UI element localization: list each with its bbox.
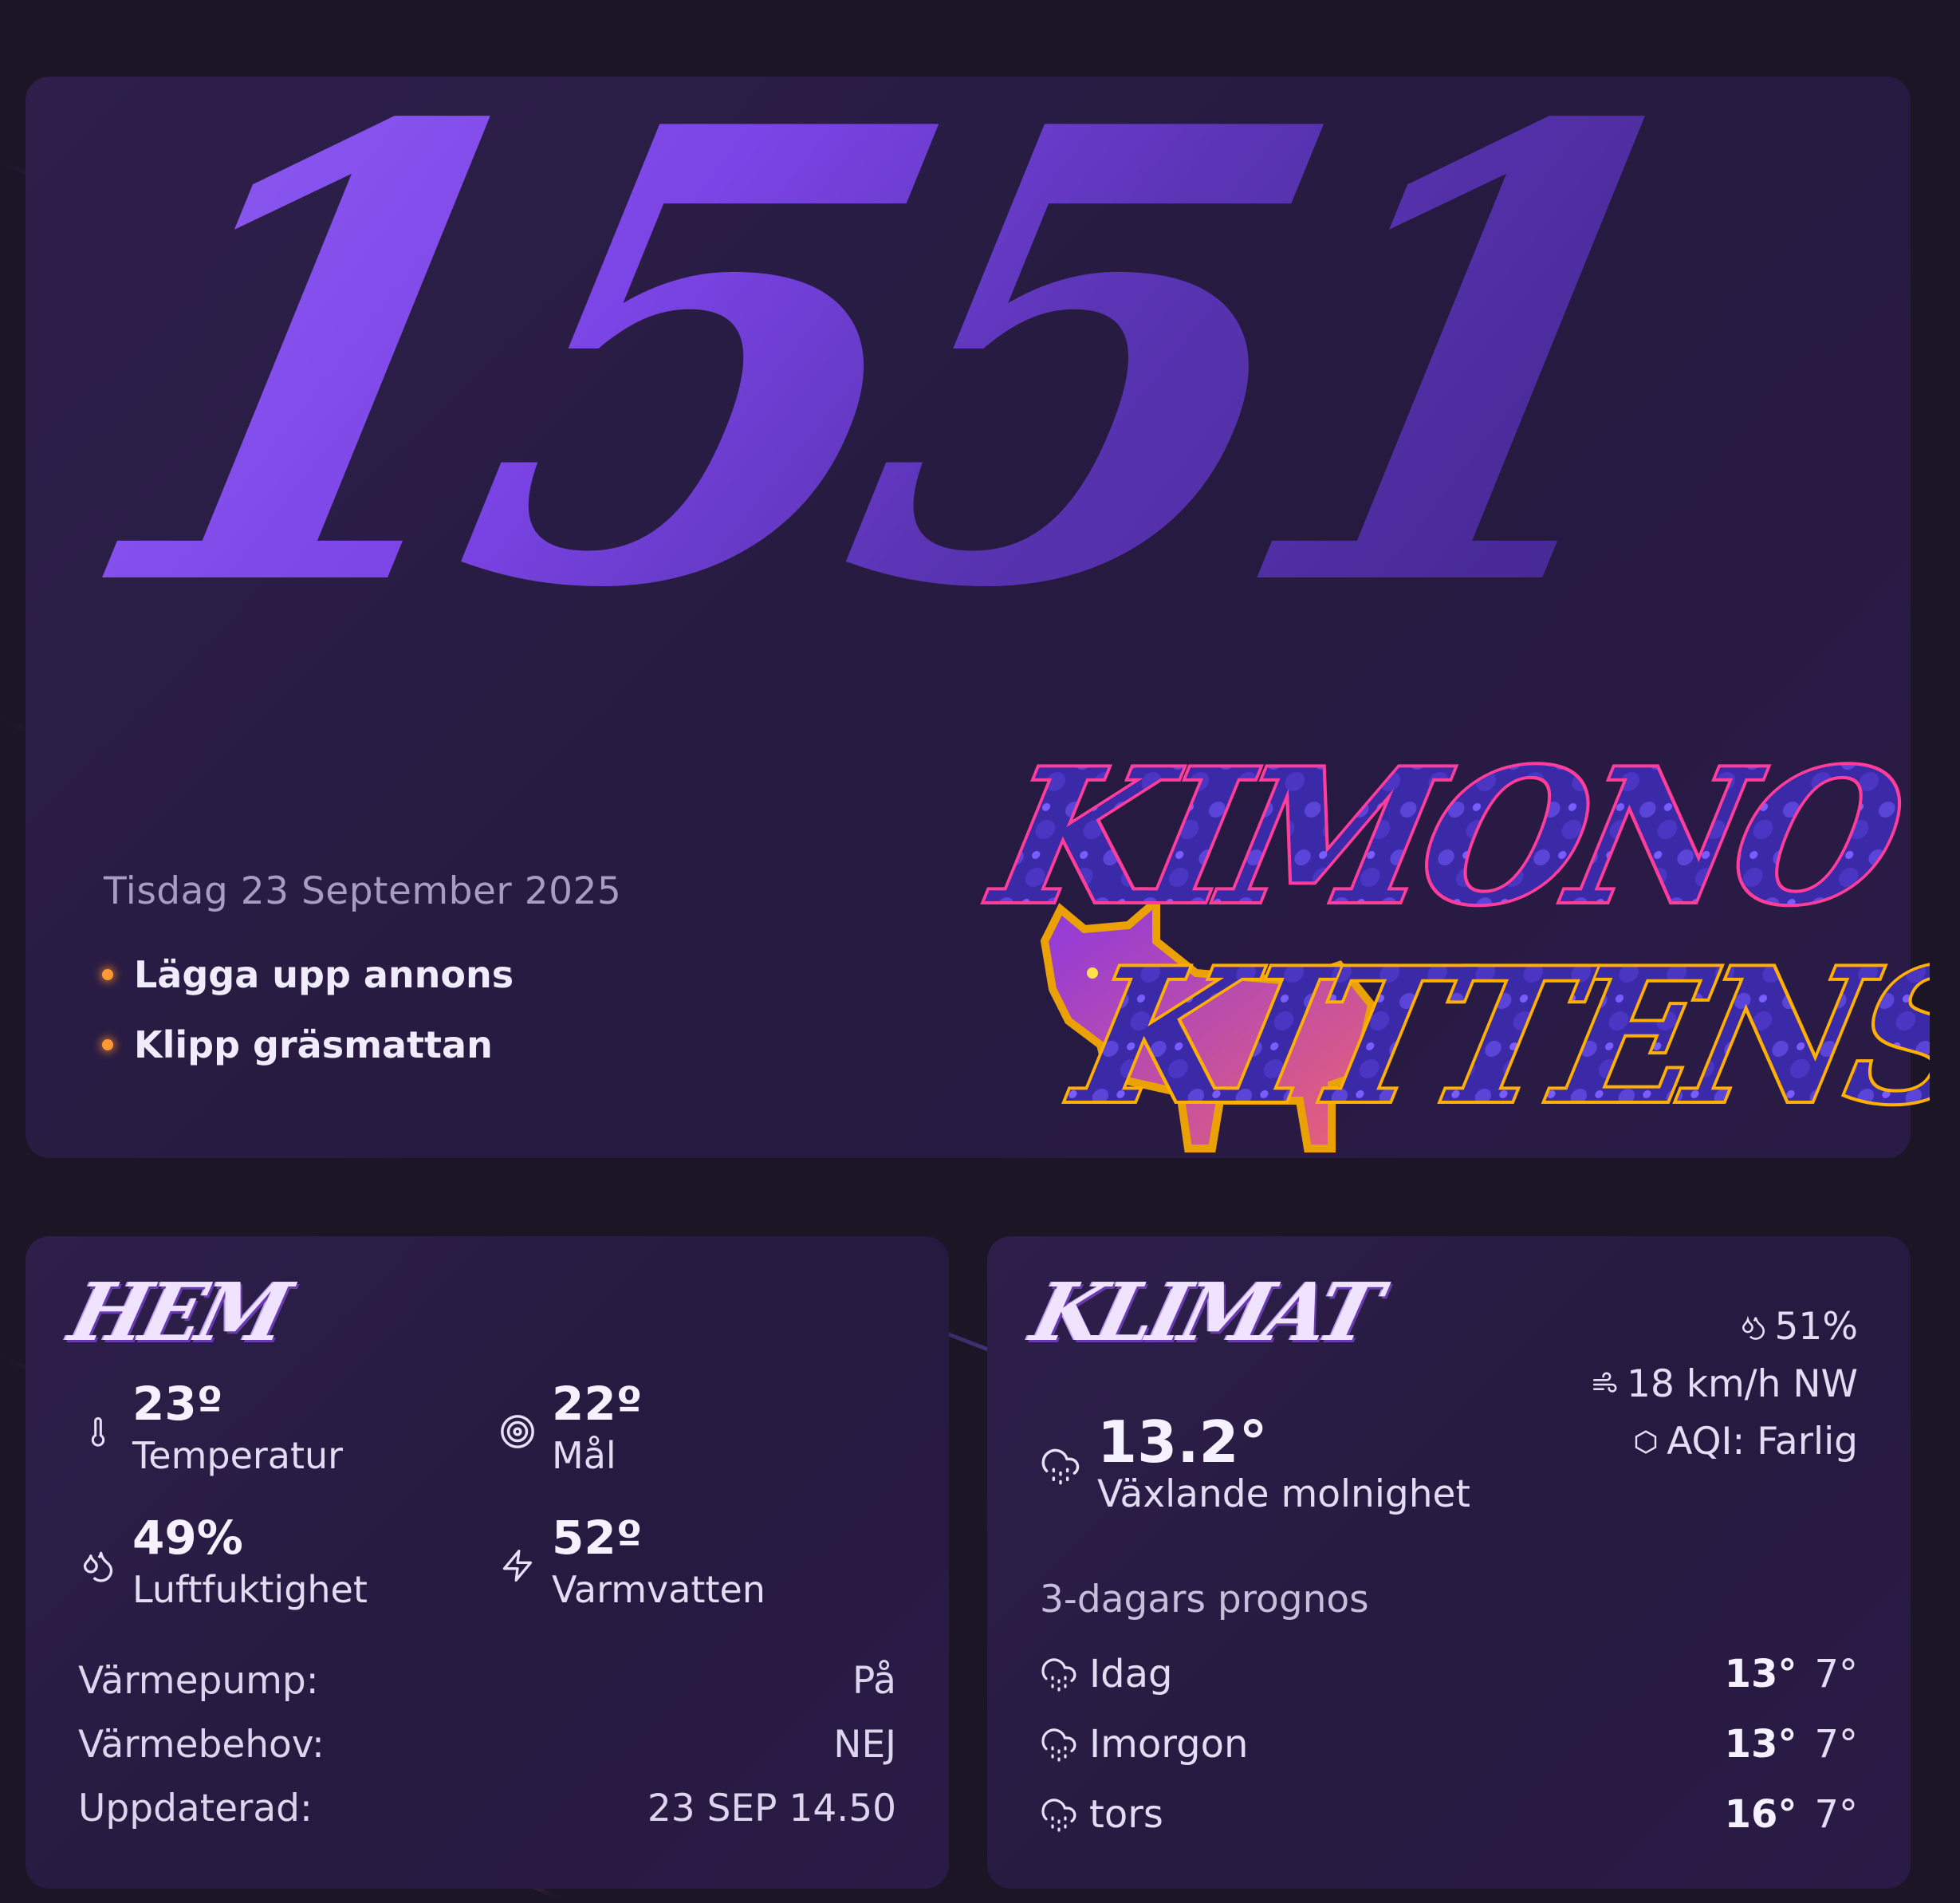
cloud-drizzle-icon: [1041, 1728, 1076, 1762]
droplets-icon: [1742, 1315, 1765, 1340]
droplets-icon: [78, 1546, 118, 1586]
forecast-row: tors 16° 7°: [1040, 1787, 1858, 1842]
info-row-heatdemand: Värmebehov: NEJ: [78, 1723, 896, 1767]
home-card: HEM 23º Temperatur 22º Mål 49% Luftfukti…: [26, 1236, 949, 1889]
forecast-low: 7°: [1814, 1652, 1858, 1696]
cloud-drizzle-icon: [1041, 1448, 1080, 1485]
current-temperature: 13.2°: [1097, 1409, 1268, 1476]
forecast-row: Imorgon 13° 7°: [1040, 1716, 1858, 1772]
info-value: NEJ: [833, 1723, 896, 1767]
info-value: På: [852, 1659, 896, 1703]
date-label: Tisdag 23 September 2025: [104, 869, 622, 913]
hotwater-value: 52º: [552, 1511, 643, 1565]
hotwater-label: Varmvatten: [552, 1568, 766, 1611]
task-item[interactable]: Klipp gräsmattan: [102, 1010, 514, 1080]
thermometer-icon: [78, 1412, 118, 1452]
task-bullet-icon: [102, 1039, 113, 1050]
temperature-value: 23º: [132, 1377, 223, 1431]
forecast-row: Idag 13° 7°: [1040, 1646, 1858, 1702]
logo-line1: KIMONO: [975, 729, 1920, 944]
humidity-value: 49%: [132, 1511, 243, 1565]
wind-info: 18 km/h NW: [1590, 1362, 1858, 1406]
task-label: Lägga upp annons: [134, 953, 514, 996]
forecast-high: 16°: [1724, 1792, 1797, 1837]
climate-card: KLIMAT 13.2° Växlande molnighet 51% 18 k…: [987, 1236, 1911, 1889]
task-bullet-icon: [102, 969, 113, 980]
climate-title: KLIMAT: [1023, 1265, 1386, 1359]
target-icon: [498, 1412, 537, 1452]
wind-icon: [1593, 1372, 1617, 1393]
info-row-heatpump: Värmepump: På: [78, 1659, 896, 1703]
info-label: Värmebehov:: [78, 1723, 325, 1767]
temperature-label: Temperatur: [132, 1434, 344, 1477]
info-label: Uppdaterad:: [78, 1787, 313, 1830]
outdoor-humidity: 51%: [1740, 1305, 1858, 1349]
wind-text: 18 km/h NW: [1627, 1362, 1858, 1406]
forecast-day: Imorgon: [1089, 1722, 1249, 1767]
kimono-kittens-logo: KIMONO KITTENS: [972, 726, 1930, 1152]
cloud-drizzle-icon: [1041, 1799, 1076, 1832]
aqi-info: AQI: Farlig: [1633, 1420, 1858, 1464]
forecast-title: 3-dagars prognos: [1040, 1578, 1369, 1621]
target-value: 22º: [552, 1377, 643, 1431]
forecast-day: Idag: [1089, 1652, 1173, 1696]
forecast-day: tors: [1089, 1792, 1163, 1837]
hexagon-icon: [1635, 1429, 1657, 1454]
forecast-low: 7°: [1814, 1792, 1858, 1837]
cloud-drizzle-icon: [1041, 1658, 1076, 1692]
forecast-high: 13°: [1724, 1652, 1797, 1696]
humidity-text: 51%: [1774, 1305, 1858, 1349]
info-label: Värmepump:: [78, 1659, 319, 1703]
aqi-text: AQI: Farlig: [1667, 1420, 1858, 1464]
forecast-low: 7°: [1814, 1722, 1858, 1767]
info-row-updated: Uppdaterad: 23 SEP 14.50: [78, 1787, 896, 1830]
logo-line2: KITTENS: [1057, 928, 1930, 1144]
task-list: Lägga upp annons Klipp gräsmattan: [102, 940, 514, 1080]
target-label: Mål: [552, 1434, 616, 1477]
task-item[interactable]: Lägga upp annons: [102, 940, 514, 1010]
clock-time: 1551: [30, 0, 1726, 724]
info-value: 23 SEP 14.50: [647, 1787, 896, 1830]
forecast-high: 13°: [1724, 1722, 1797, 1767]
lightning-icon: [498, 1546, 537, 1586]
home-title: HEM: [61, 1265, 296, 1359]
humidity-label: Luftfuktighet: [132, 1568, 368, 1611]
current-condition: Växlande molnighet: [1097, 1472, 1470, 1516]
task-label: Klipp gräsmattan: [134, 1023, 493, 1066]
